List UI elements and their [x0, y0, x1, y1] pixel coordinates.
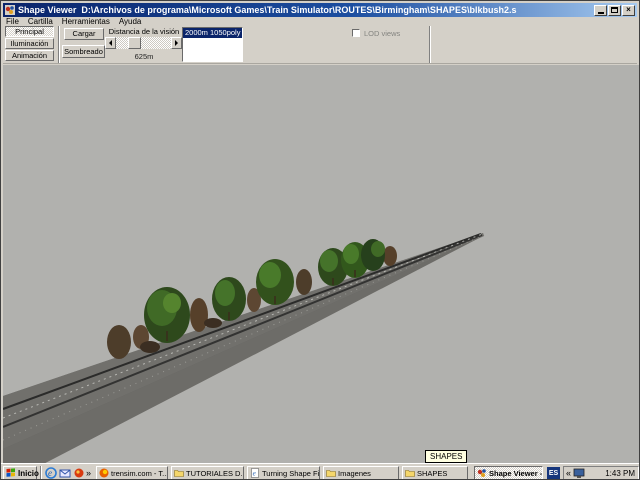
panel-button-iluminacion[interactable]: Iluminación: [5, 38, 54, 49]
toolbar-separator-1: [58, 26, 60, 63]
firefox-icon: [99, 468, 109, 478]
task-button-tutoriales[interactable]: TUTORIALES D...: [171, 466, 244, 480]
taskbar: Inicio e » trensim.com - T... T: [1, 463, 640, 480]
windows-flag-icon: [6, 468, 16, 478]
folder-icon: [405, 468, 415, 478]
menu-ayuda[interactable]: Ayuda: [119, 17, 142, 26]
maximize-button[interactable]: [608, 5, 621, 16]
minimize-icon: [598, 12, 604, 14]
folder-icon: [174, 468, 184, 478]
svg-text:e: e: [48, 468, 52, 478]
minimize-button[interactable]: [594, 5, 607, 16]
lod-views-label: LOD views: [364, 29, 400, 38]
alert-icon[interactable]: [73, 467, 85, 479]
panel-button-animacion[interactable]: Animación: [5, 50, 54, 61]
task-button-turning-shape[interactable]: e Turning Shape Fil...: [247, 466, 320, 480]
folder-icon: [326, 468, 336, 478]
display-tray-icon[interactable]: [573, 467, 585, 479]
menu-bar: File Cartilla Herramientas Ayuda: [3, 17, 637, 26]
lod-listbox[interactable]: 2000m 1050poly: [182, 27, 243, 62]
scroll-right-button[interactable]: [171, 37, 182, 49]
menu-file[interactable]: File: [6, 17, 19, 26]
arrow-right-icon: [175, 40, 181, 46]
scrollbar-thumb[interactable]: [128, 37, 141, 49]
view-distance-scrollbar[interactable]: [105, 37, 182, 49]
task-label: trensim.com - T...: [111, 469, 168, 478]
task-label: Turning Shape Fil...: [262, 469, 320, 478]
task-label: TUTORIALES D...: [186, 469, 244, 478]
close-button[interactable]: ×: [622, 5, 635, 16]
toolbar: Principal Iluminación Animación Cargar S…: [3, 26, 637, 64]
shaded-button[interactable]: Sombreado: [62, 45, 105, 58]
title-bar[interactable]: Shape Viewer D:\Archivos de programa\Mic…: [3, 3, 637, 17]
view-distance-value: 625m: [104, 52, 184, 61]
toolbar-separator-2: [429, 26, 431, 63]
task-label: Imagenes: [338, 469, 371, 478]
start-button[interactable]: Inicio: [3, 466, 37, 480]
panel-button-principal[interactable]: Principal: [5, 26, 54, 37]
close-icon: ×: [626, 6, 631, 14]
start-button-label: Inicio: [18, 469, 39, 478]
arrow-left-icon: [106, 40, 112, 46]
3d-viewport[interactable]: [3, 65, 639, 463]
3d-scene: [3, 65, 639, 463]
load-button[interactable]: Cargar: [64, 28, 104, 40]
menu-herramientas[interactable]: Herramientas: [62, 17, 110, 26]
shape-viewer-icon: [477, 468, 487, 478]
task-button-shapes[interactable]: SHAPES: [402, 466, 468, 480]
tray-collapse-chevron[interactable]: «: [566, 468, 571, 478]
svg-text:e: e: [253, 470, 256, 478]
outlook-express-icon[interactable]: [59, 467, 71, 479]
lod-list-item-selected[interactable]: 2000m 1050poly: [183, 28, 242, 38]
taskbar-clock[interactable]: 1:43 PM: [605, 469, 636, 478]
maximize-icon: [611, 7, 618, 13]
ie-document-icon: e: [250, 468, 260, 478]
view-distance-label: Distancia de la visión: [104, 27, 184, 36]
scrollbar-track[interactable]: [116, 37, 171, 49]
taskbar-separator-1: [40, 466, 42, 480]
taskbar-tooltip: SHAPES: [425, 450, 467, 463]
internet-explorer-icon[interactable]: e: [45, 467, 57, 479]
task-button-trensim[interactable]: trensim.com - T...: [96, 466, 168, 480]
shape-viewer-window: Shape Viewer D:\Archivos de programa\Mic…: [0, 0, 640, 480]
scroll-left-button[interactable]: [105, 37, 116, 49]
language-indicator[interactable]: ES: [547, 467, 560, 479]
task-button-imagenes[interactable]: Imagenes: [323, 466, 399, 480]
task-label: Shape Viewer -...: [489, 469, 543, 478]
menu-cartilla[interactable]: Cartilla: [28, 17, 53, 26]
app-icon: [5, 5, 15, 15]
task-button-shape-viewer[interactable]: Shape Viewer -...: [474, 466, 543, 480]
lod-views-checkbox[interactable]: [352, 29, 360, 37]
system-tray: « 1:43 PM: [563, 466, 639, 480]
task-label: SHAPES: [417, 469, 447, 478]
quick-launch-overflow-chevron[interactable]: »: [86, 467, 91, 479]
window-title: Shape Viewer D:\Archivos de programa\Mic…: [18, 5, 593, 15]
